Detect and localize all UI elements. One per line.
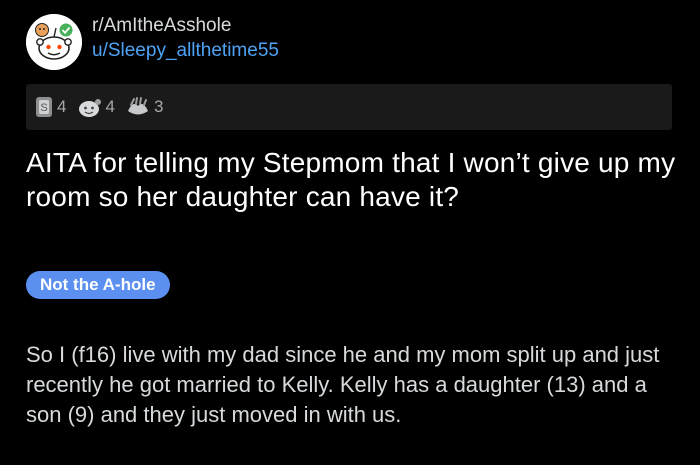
silver-award-icon: S (36, 97, 52, 117)
post-title[interactable]: AITA for telling my Stepmom that I won’t… (26, 146, 676, 214)
subreddit-name[interactable]: r/AmItheAsshole (92, 14, 279, 38)
award-silver[interactable]: S 4 (34, 96, 66, 118)
post-body: So I (f16) live with my dad since he and… (26, 342, 660, 427)
award-hug[interactable]: 3 (125, 96, 163, 118)
subreddit-avatar[interactable] (26, 14, 82, 70)
svg-text:S: S (40, 102, 47, 114)
award-count: 3 (153, 97, 164, 116)
post-meta: r/AmItheAsshole u/Sleepy_allthetime55 (92, 14, 279, 64)
author-username[interactable]: u/Sleepy_allthetime55 (92, 38, 279, 64)
post-flair-badge[interactable]: Not the A-hole (26, 271, 170, 299)
awards-bar[interactable]: S 4 4 3 (26, 84, 672, 130)
hug-award-icon (127, 97, 148, 115)
snoo-icon (26, 14, 82, 70)
award-wholesome[interactable]: 4 (76, 96, 115, 118)
wholesome-award-icon (79, 99, 102, 117)
post-header: r/AmItheAsshole u/Sleepy_allthetime55 (26, 12, 686, 72)
award-count: 4 (57, 97, 67, 116)
award-count: 4 (105, 97, 115, 116)
